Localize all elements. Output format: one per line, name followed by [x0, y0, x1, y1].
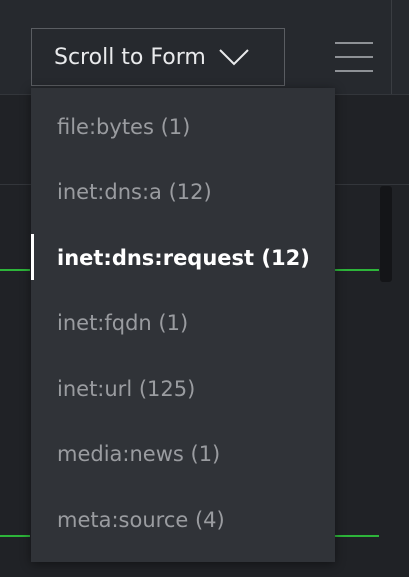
menu-item-media-news[interactable]: media:news (1) [31, 422, 335, 488]
menu-item-label: file:bytes (1) [57, 114, 191, 139]
hamburger-menu-icon[interactable] [335, 42, 373, 74]
menu-item-label: inet:dns:request (12) [57, 245, 310, 270]
graph-line-bottom-right [335, 535, 379, 537]
scrollbar[interactable] [380, 186, 392, 282]
menu-item-label: media:news (1) [57, 442, 221, 467]
menu-item-inet-dns-request[interactable]: inet:dns:request (12) [31, 225, 335, 291]
chevron-down-icon [218, 47, 250, 67]
form-dropdown-menu: file:bytes (1) inet:dns:a (12) inet:dns:… [31, 88, 335, 562]
menu-item-label: meta:source (4) [57, 507, 225, 532]
menu-item-label: inet:dns:a (12) [57, 180, 212, 205]
menu-item-file-bytes[interactable]: file:bytes (1) [31, 94, 335, 160]
top-toolbar: Scroll to Form [0, 0, 409, 95]
scroll-to-form-label: Scroll to Form [54, 44, 206, 70]
graph-line-left [0, 269, 30, 271]
menu-item-inet-fqdn[interactable]: inet:fqdn (1) [31, 291, 335, 357]
menu-item-meta-source[interactable]: meta:source (4) [31, 487, 335, 553]
scroll-to-form-button[interactable]: Scroll to Form [31, 28, 285, 86]
graph-line-right [335, 269, 379, 271]
toolbar-divider [391, 0, 392, 94]
menu-item-inet-dns-a[interactable]: inet:dns:a (12) [31, 160, 335, 226]
graph-line-bottom-left [0, 535, 30, 537]
menu-item-inet-url[interactable]: inet:url (125) [31, 356, 335, 422]
app-window: Scroll to Form file:bytes (1) inet:dns:a… [0, 0, 409, 577]
menu-item-label: inet:url (125) [57, 376, 196, 401]
menu-item-label: inet:fqdn (1) [57, 311, 189, 336]
